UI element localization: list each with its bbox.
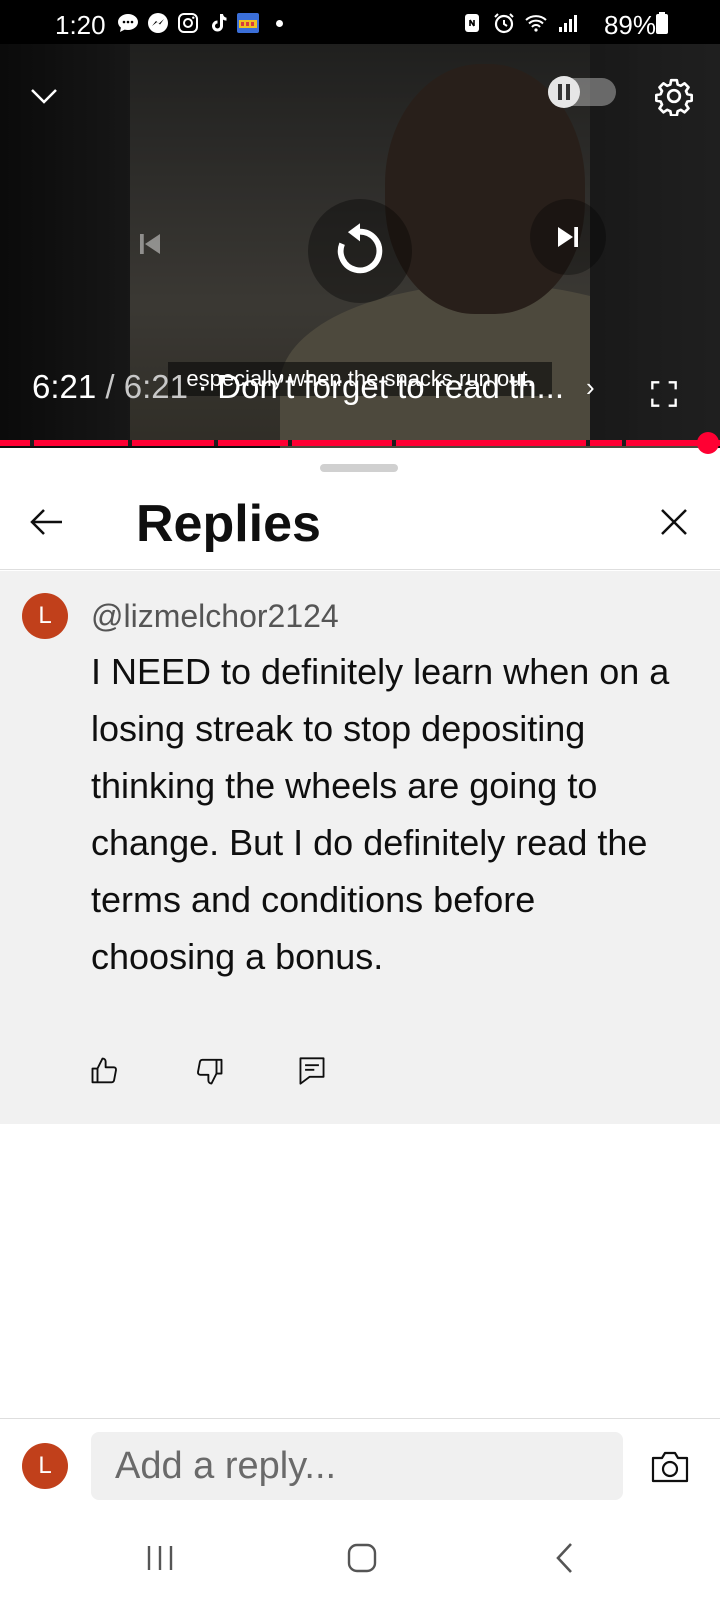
- reply-button[interactable]: [298, 1051, 402, 1091]
- reply-composer: L: [0, 1418, 720, 1518]
- close-icon: [661, 509, 687, 535]
- nfc-icon: [465, 14, 479, 32]
- current-time: 6:21: [32, 368, 97, 405]
- fullscreen-icon: [651, 381, 677, 407]
- recents-button[interactable]: [136, 1536, 184, 1580]
- reply-input[interactable]: [91, 1432, 623, 1500]
- settings-button[interactable]: [650, 72, 698, 120]
- total-time: 6:21: [123, 368, 188, 405]
- chapter-marker: [288, 440, 292, 446]
- chapter-marker: [128, 440, 132, 446]
- chapter-marker: [30, 440, 34, 446]
- notification-dot: [276, 19, 283, 27]
- alarm-icon: [494, 13, 514, 34]
- comment-text: I NEED to definitely learn when on a los…: [91, 651, 670, 977]
- fullscreen-button[interactable]: [646, 376, 682, 412]
- replay-button[interactable]: [308, 199, 412, 303]
- comment-actions: [90, 1051, 402, 1091]
- video-player[interactable]: especially when the snacks run out. 6:21…: [0, 44, 720, 448]
- previous-video-button[interactable]: [128, 222, 172, 266]
- arrow-left-icon: [30, 509, 62, 535]
- messenger-icon: [148, 13, 168, 33]
- page-title: Replies: [136, 495, 321, 553]
- battery-percentage: 89%: [603, 10, 656, 40]
- dislike-button[interactable]: [194, 1051, 298, 1091]
- camera-button[interactable]: [648, 1445, 692, 1489]
- comment-author[interactable]: @lizmelchor2124: [91, 598, 339, 635]
- game-icon: [237, 13, 259, 33]
- status-notification-icons: [116, 11, 283, 35]
- close-button[interactable]: [650, 498, 698, 546]
- time-and-chapter[interactable]: 6:21 / 6:21 · Don’t forget to read th...…: [32, 368, 595, 406]
- avatar[interactable]: L: [22, 593, 68, 639]
- parent-comment: L @lizmelchor2124 I NEED to definitely l…: [0, 571, 720, 1124]
- video-progress-bar[interactable]: [0, 440, 720, 446]
- system-navigation-bar: [0, 1518, 720, 1600]
- skip-previous-icon: [140, 234, 160, 254]
- tiktok-icon: [212, 14, 227, 32]
- back-button[interactable]: [22, 498, 70, 546]
- time-separator: /: [96, 368, 124, 405]
- autoplay-knob: [548, 76, 580, 108]
- like-button[interactable]: [90, 1051, 194, 1091]
- progress-scrubber[interactable]: [697, 432, 719, 454]
- thumbs-up-icon: [91, 1057, 117, 1084]
- gear-icon: [655, 78, 693, 116]
- home-button[interactable]: [338, 1536, 386, 1580]
- chat-icon: [118, 14, 138, 32]
- pause-icon: [558, 84, 570, 100]
- drag-handle[interactable]: [320, 464, 398, 472]
- comment-icon: [299, 1057, 325, 1085]
- signal-icon: [559, 15, 577, 32]
- minimize-player-button[interactable]: [22, 74, 66, 118]
- battery-icon: [656, 12, 668, 34]
- instagram-icon: [178, 13, 198, 33]
- back-chevron-icon: [556, 1543, 572, 1573]
- chevron-down-icon: [31, 89, 57, 104]
- chapter-marker: [622, 440, 626, 446]
- status-time: 1:20: [55, 10, 106, 40]
- replay-icon: [337, 223, 383, 274]
- status-system-icons: [460, 11, 580, 35]
- camera-icon: [651, 1451, 689, 1483]
- chapter-title[interactable]: · Don’t forget to read th...: [188, 368, 564, 406]
- next-video-button[interactable]: [530, 199, 606, 275]
- system-back-button[interactable]: [540, 1536, 588, 1580]
- skip-next-icon: [558, 227, 578, 247]
- chapter-marker: [214, 440, 218, 446]
- chapter-marker: [586, 440, 590, 446]
- chevron-right-icon: ›: [586, 371, 595, 402]
- home-icon: [347, 1543, 377, 1573]
- thumbs-down-icon: [197, 1058, 223, 1085]
- wifi-icon: [525, 15, 547, 32]
- avatar: L: [22, 1443, 68, 1489]
- status-bar: 1:20 89%: [0, 0, 720, 44]
- chapter-marker: [392, 440, 396, 446]
- autoplay-toggle[interactable]: [548, 76, 616, 108]
- replies-header: Replies: [0, 478, 720, 570]
- recents-icon: [147, 1546, 173, 1570]
